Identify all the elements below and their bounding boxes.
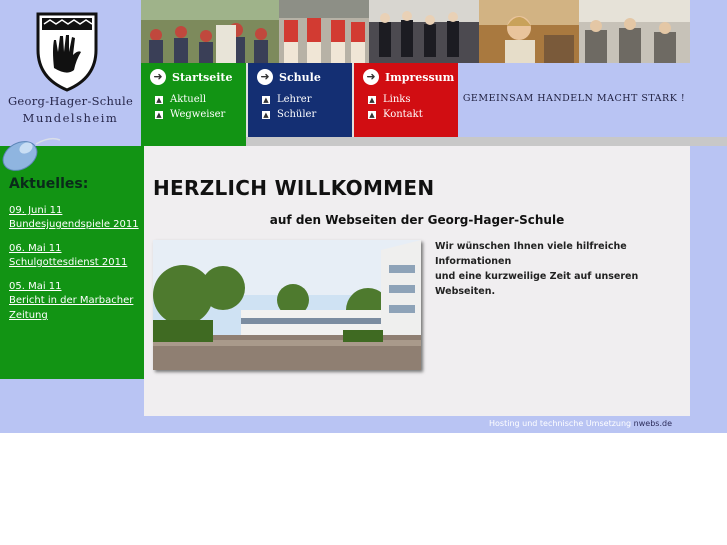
computer-mouse-icon [2,137,61,171]
nav-item-label: Links [383,94,411,105]
slogan: Gemeinsam handeln macht stark ! [462,93,686,104]
photo-banner [141,0,690,63]
footer-text: Hosting und technische Umsetzung [489,419,632,428]
nav-schule-label: Schule [279,70,321,84]
nav-item-aktuell[interactable]: ▲ Aktuell [155,94,206,105]
nav-item-label: Wegweiser [170,109,226,120]
arrow-circle-icon: ➜ [257,69,273,85]
nav-item-schueler[interactable]: ▲ Schüler [262,109,316,120]
footer: Hosting und technische Umsetzung nwebs.d… [144,416,690,433]
page-title: HERZLICH WILLKOMMEN [153,176,435,200]
checkbox-arrow-icon: ▲ [155,110,163,119]
nav-impressum[interactable]: ➜ Impressum ▲ Links ▲ Kontakt [354,63,458,137]
arrow-circle-icon: ➜ [363,69,379,85]
logo-area[interactable]: Georg-Hager-Schule Mundelsheim [0,0,141,136]
news-link-2[interactable]: Schulgottesdienst 2011 [9,257,127,268]
divider-bar [246,137,727,146]
checkbox-arrow-icon: ▲ [262,110,270,119]
slogan-area: Gemeinsam handeln macht stark ! [458,63,690,137]
banner-photo-crowd [141,0,279,63]
nav-item-wegweiser[interactable]: ▲ Wegweiser [155,109,225,120]
nav-item-lehrer[interactable]: ▲ Lehrer [262,94,311,105]
nav-impressum-label: Impressum [385,70,455,84]
checkbox-arrow-icon: ▲ [368,110,376,119]
nav-schule[interactable]: ➜ Schule ▲ Lehrer ▲ Schüler [248,63,352,146]
news-title: Aktuelles: [9,176,89,192]
nav-startseite-heading[interactable]: ➜ Startseite [150,69,232,85]
school-town: Mundelsheim [22,111,119,125]
banner-photo-performance [369,0,479,63]
nav-startseite[interactable]: ➜ Startseite ▲ Aktuell ▲ Wegweiser [141,63,246,146]
nav-item-label: Lehrer [277,94,312,105]
nav-item-kontakt[interactable]: ▲ Kontakt [368,109,423,120]
news-date-3[interactable]: 05. Mai 11 [9,281,62,292]
nav-schule-heading[interactable]: ➜ Schule [257,69,321,85]
nav-item-label: Schüler [277,109,317,120]
news-link-3[interactable]: Bericht in der Marbacher [9,295,133,306]
footer-credit: Hosting und technische Umsetzung nwebs.d… [489,419,672,428]
nav-item-label: Aktuell [170,94,207,105]
checkbox-arrow-icon: ▲ [368,95,376,104]
news-date-2[interactable]: 06. Mai 11 [9,243,62,254]
crest-logo [36,12,98,92]
footer-link[interactable]: nwebs.de [634,419,672,428]
footer-left-strip [0,416,144,433]
page-subtitle: auf den Webseiten der Georg-Hager-Schule [269,213,565,227]
nav-item-label: Kontakt [383,109,423,120]
arrow-circle-icon: ➜ [150,69,166,85]
nav-impressum-heading[interactable]: ➜ Impressum [363,69,454,85]
news-link-1[interactable]: Bundesjugendspiele 2011 [9,219,139,230]
news-date-1[interactable]: 09. Juni 11 [9,205,62,216]
intro-line-2: und eine kurzweilige Zeit auf unseren We… [435,271,639,297]
nav-startseite-label: Startseite [172,70,233,84]
checkbox-arrow-icon: ▲ [155,95,163,104]
nav-item-links[interactable]: ▲ Links [368,94,410,105]
school-building-photo [153,240,421,370]
right-strip [690,0,727,433]
intro-line-1: Wir wünschen Ihnen viele hilfreiche Info… [435,241,627,267]
school-name: Georg-Hager-Schule [7,94,134,108]
banner-photo-dancers [279,0,369,63]
banner-photo-children [479,0,579,63]
intro-text: Wir wünschen Ihnen viele hilfreiche Info… [435,239,685,299]
banner-photo-classroom [579,0,690,63]
news-link-3-cont[interactable]: Zeitung [9,310,48,321]
checkbox-arrow-icon: ▲ [262,95,270,104]
